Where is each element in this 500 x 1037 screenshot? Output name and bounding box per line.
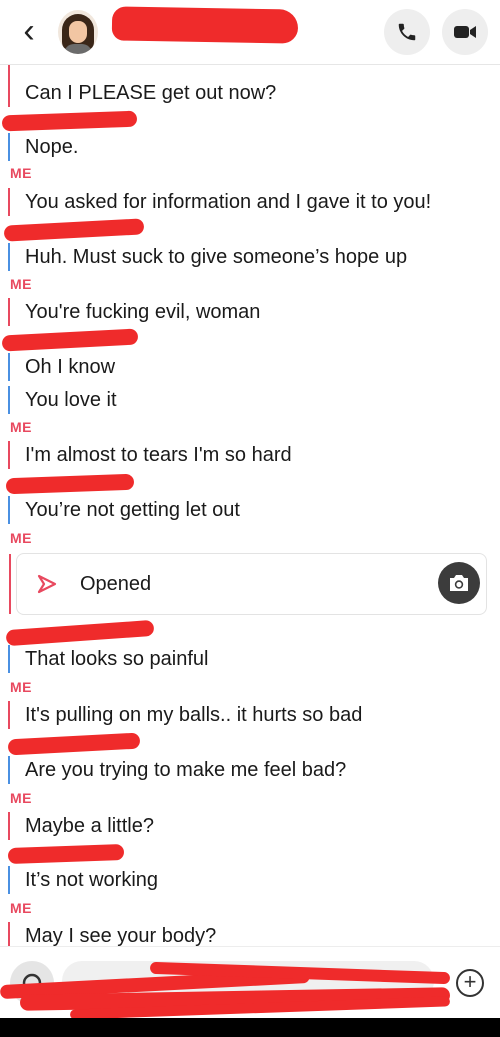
sender-name-redaction bbox=[7, 843, 125, 865]
message-row: You asked for information and I gave it … bbox=[8, 188, 492, 216]
message-composer: + bbox=[0, 946, 500, 1020]
message-row: Can I PLEASE get out now? bbox=[8, 79, 492, 107]
message-row: Are you trying to make me feel bad? bbox=[8, 756, 492, 784]
chat-thread[interactable]: Can I PLEASE get out now? Nope. ME You a… bbox=[0, 64, 500, 946]
opened-snap-arrow-icon bbox=[37, 574, 57, 594]
sender-label-me: ME bbox=[10, 530, 32, 546]
reply-camera-button[interactable] bbox=[438, 562, 480, 604]
phone-icon bbox=[398, 23, 416, 41]
message-row: It’s not working bbox=[8, 866, 492, 894]
message-row: Oh I know bbox=[8, 353, 492, 381]
camera-icon bbox=[450, 575, 468, 591]
message-row: Maybe a little? bbox=[8, 812, 492, 840]
message-row: You're fucking evil, woman bbox=[8, 298, 492, 326]
sender-label-me: ME bbox=[10, 679, 32, 695]
contact-name-redaction bbox=[111, 6, 299, 44]
voice-call-button[interactable] bbox=[384, 9, 430, 55]
sender-label-me: ME bbox=[10, 900, 32, 916]
message-row: I'm almost to tears I'm so hard bbox=[8, 441, 492, 469]
message-row: You love it bbox=[8, 386, 492, 414]
sender-name-redaction bbox=[1, 110, 138, 132]
sender-label-me: ME bbox=[10, 419, 32, 435]
sender-name-redaction bbox=[1, 328, 139, 352]
message-row-partial bbox=[8, 64, 492, 80]
sender-label-me: ME bbox=[10, 276, 32, 292]
plus-icon[interactable]: + bbox=[456, 969, 484, 997]
message-row: Nope. bbox=[8, 133, 492, 161]
system-nav-bar bbox=[0, 1018, 500, 1037]
sender-name-redaction bbox=[5, 473, 135, 495]
message-row: That looks so painful bbox=[8, 645, 492, 673]
video-call-button[interactable] bbox=[442, 9, 488, 55]
snap-status-label: Opened bbox=[80, 573, 152, 595]
opened-snap-card[interactable]: Opened bbox=[9, 553, 487, 615]
message-row: It's pulling on my balls.. it hurts so b… bbox=[8, 701, 492, 729]
contact-avatar[interactable] bbox=[58, 10, 98, 54]
message-row: May I see your body? bbox=[8, 922, 492, 946]
message-row: You’re not getting let out bbox=[8, 496, 492, 524]
sender-label-me: ME bbox=[10, 790, 32, 806]
chat-header: ‹ bbox=[0, 0, 500, 65]
sender-name-redaction bbox=[7, 732, 141, 756]
message-row: Huh. Must suck to give someone’s hope up bbox=[8, 243, 492, 271]
sender-label-me: ME bbox=[10, 165, 32, 181]
sender-name-redaction bbox=[3, 218, 145, 242]
sender-name-redaction bbox=[5, 619, 155, 647]
back-chevron-icon[interactable]: ‹ bbox=[14, 14, 44, 48]
video-camera-icon bbox=[454, 26, 476, 38]
